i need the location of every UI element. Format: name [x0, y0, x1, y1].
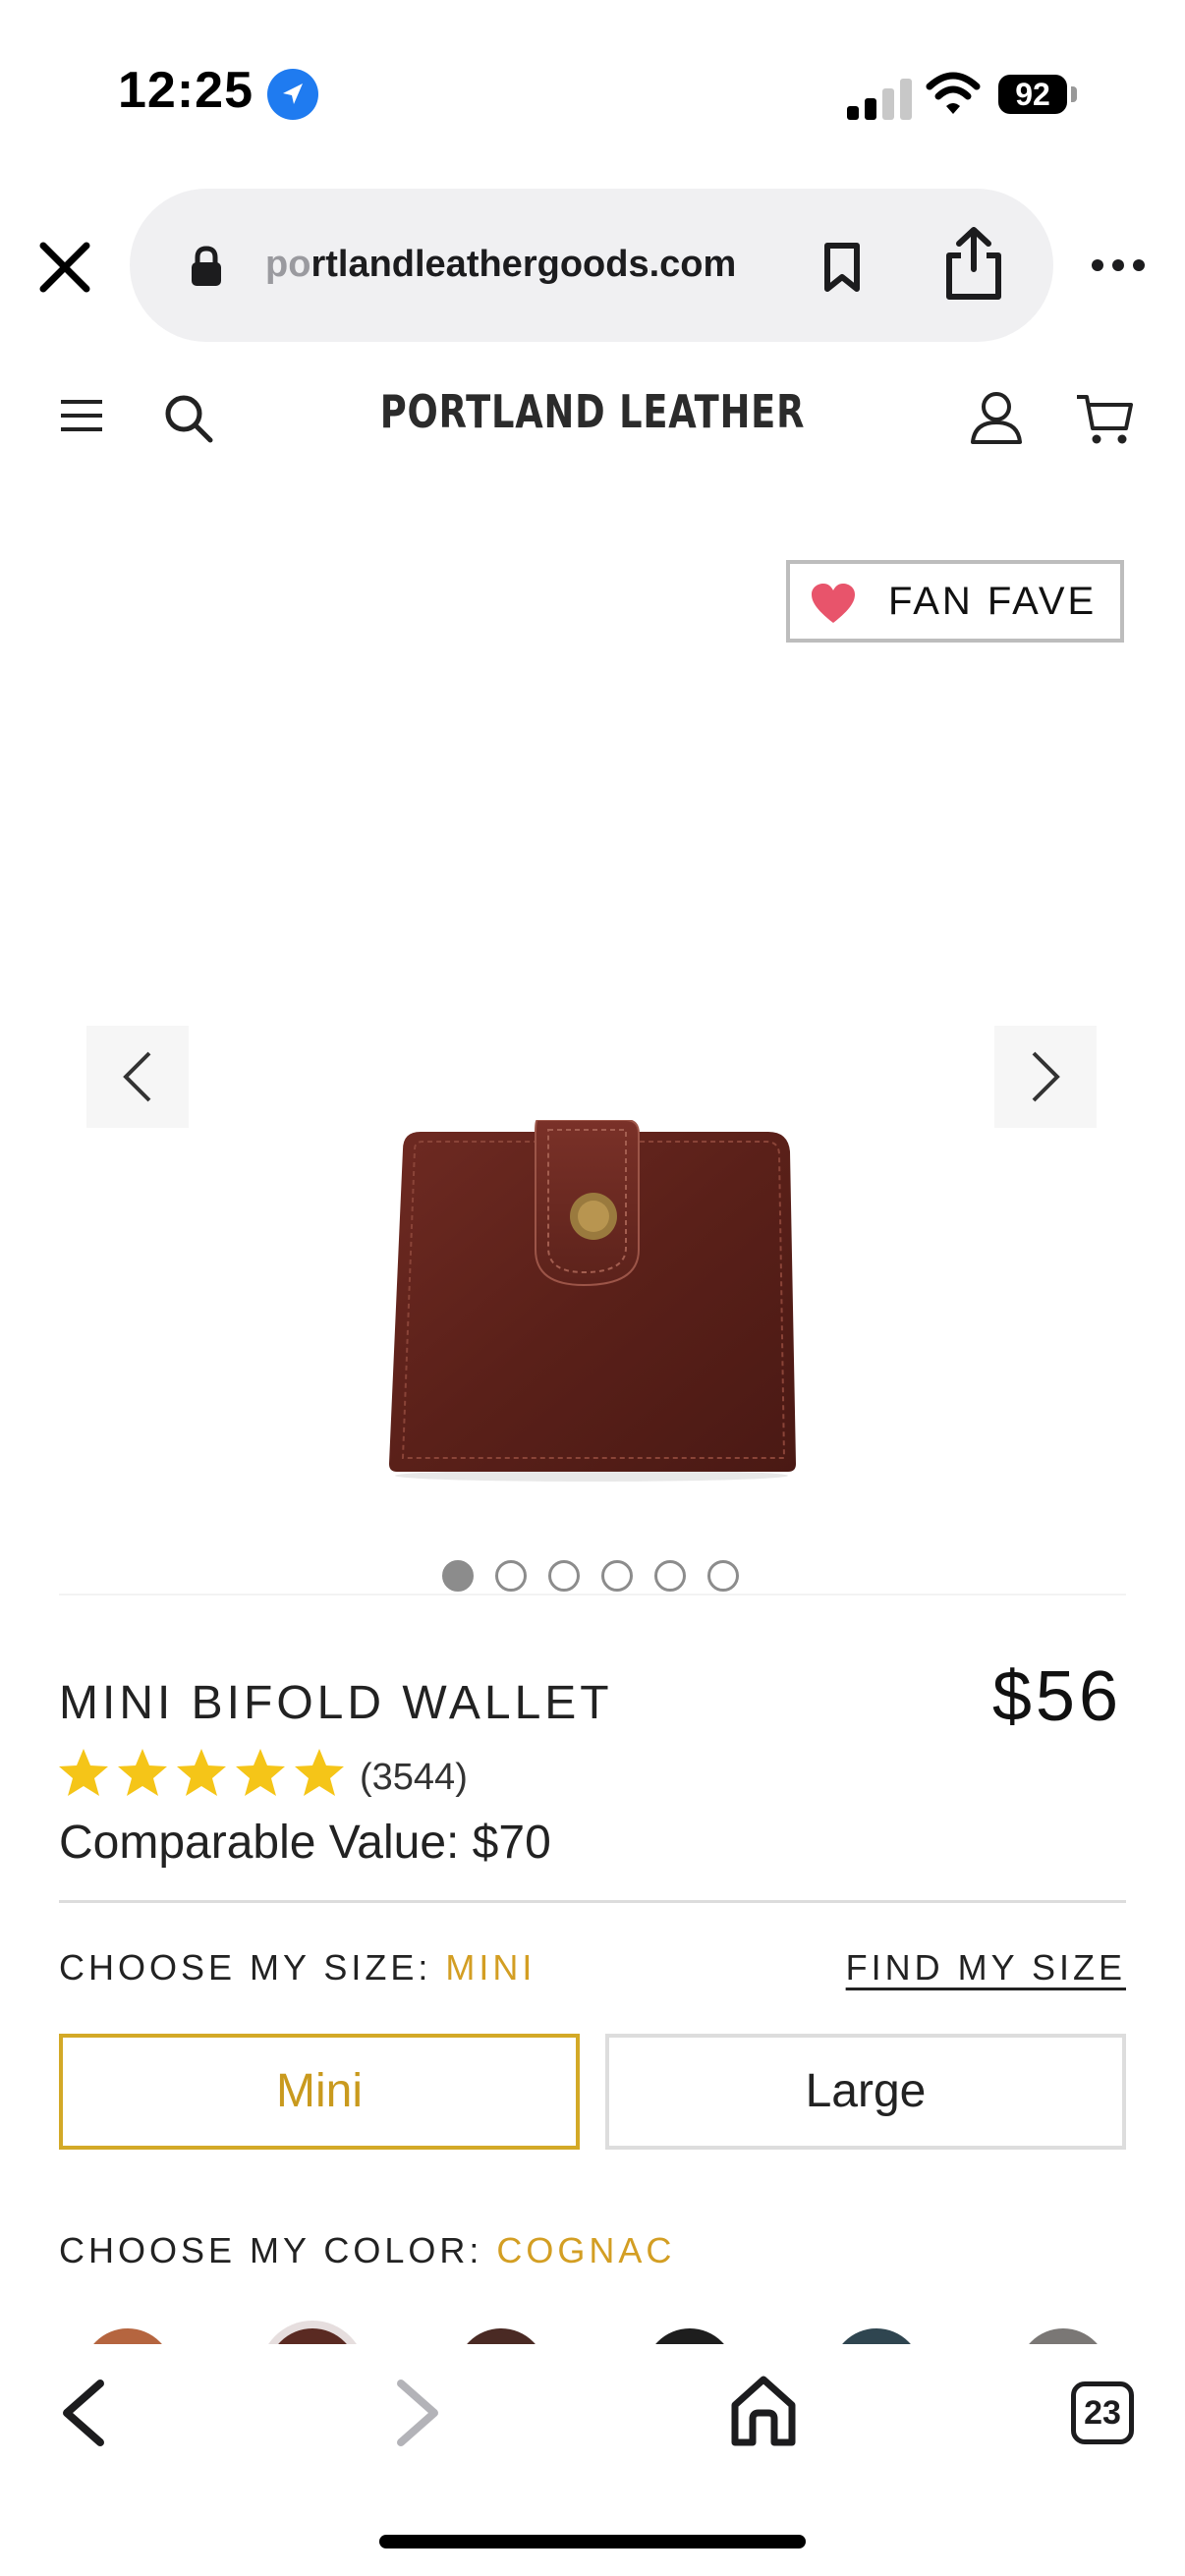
- close-icon[interactable]: [35, 238, 94, 297]
- image-divider: [59, 1594, 1126, 1596]
- battery-tip: [1071, 86, 1077, 102]
- pagination-dot[interactable]: [442, 1560, 474, 1592]
- product-image[interactable]: [375, 1119, 808, 1484]
- wifi-icon: [926, 71, 981, 118]
- star-icon: [236, 1749, 285, 1796]
- bookmark-icon[interactable]: [821, 242, 863, 293]
- lock-icon: [189, 246, 224, 287]
- url-faded-prefix: po: [265, 244, 311, 285]
- pagination-dot[interactable]: [601, 1560, 633, 1592]
- chevron-left-icon: [123, 1051, 151, 1102]
- home-icon[interactable]: [729, 2374, 798, 2448]
- size-option-mini[interactable]: Mini: [59, 2034, 580, 2150]
- comparable-value: Comparable Value: $70: [59, 1817, 551, 1869]
- pagination-dot[interactable]: [495, 1560, 527, 1592]
- hamburger-menu-icon[interactable]: [59, 398, 104, 433]
- color-swatch-selected[interactable]: [267, 2328, 358, 2344]
- review-count[interactable]: (3544): [360, 1757, 468, 1799]
- find-my-size-link[interactable]: FIND MY SIZE: [846, 1947, 1126, 1988]
- pagination-dot[interactable]: [707, 1560, 739, 1592]
- cellular-signal-icon: [847, 77, 912, 120]
- status-time: 12:25: [118, 62, 254, 119]
- image-pagination: [442, 1560, 747, 1596]
- color-swatch[interactable]: [645, 2328, 735, 2344]
- star-icon: [59, 1749, 108, 1796]
- next-image-button[interactable]: [994, 1026, 1097, 1128]
- cart-icon[interactable]: [1075, 391, 1134, 446]
- size-label-text: CHOOSE MY SIZE:: [59, 1947, 432, 1988]
- pagination-dot[interactable]: [548, 1560, 580, 1592]
- size-label: CHOOSE MY SIZE: MINI: [59, 1947, 536, 1988]
- color-label-text: CHOOSE MY COLOR:: [59, 2230, 483, 2270]
- heart-icon: [810, 582, 857, 625]
- rating-stars[interactable]: [57, 1747, 352, 1802]
- site-logo[interactable]: PORTLAND LEATHER: [119, 385, 1067, 438]
- color-label: CHOOSE MY COLOR: COGNAC: [59, 2230, 675, 2271]
- url-text[interactable]: portlandleathergoods.com: [265, 244, 736, 286]
- product-price: $56: [991, 1657, 1122, 1736]
- battery-icon: 92: [998, 75, 1067, 114]
- color-swatch[interactable]: [1018, 2328, 1108, 2344]
- share-icon[interactable]: [939, 224, 1008, 303]
- url-domain: rtlandleathergoods.com: [310, 244, 737, 285]
- product-title: MINI BIFOLD WALLET: [59, 1677, 613, 1729]
- color-swatch[interactable]: [83, 2328, 173, 2344]
- size-option-large[interactable]: Large: [605, 2034, 1126, 2150]
- tabs-button[interactable]: 23: [1071, 2381, 1134, 2444]
- previous-image-button[interactable]: [86, 1026, 189, 1128]
- chevron-right-icon: [1032, 1051, 1060, 1102]
- selected-color: COGNAC: [496, 2230, 676, 2270]
- account-icon[interactable]: [969, 389, 1024, 446]
- back-arrow-icon[interactable]: [57, 2378, 108, 2448]
- star-icon: [118, 1749, 167, 1796]
- fan-fave-label: FAN FAVE: [888, 580, 1098, 623]
- star-icon: [295, 1749, 344, 1796]
- fan-fave-badge: FAN FAVE: [786, 560, 1124, 643]
- color-swatch[interactable]: [456, 2328, 546, 2344]
- home-indicator: [379, 2535, 806, 2548]
- color-swatches: [0, 2305, 1185, 2344]
- pagination-dot[interactable]: [654, 1560, 686, 1592]
- forward-arrow-icon[interactable]: [393, 2378, 444, 2448]
- more-options-icon[interactable]: [1091, 257, 1146, 273]
- star-icon: [177, 1749, 226, 1796]
- selected-size: MINI: [445, 1947, 536, 1988]
- location-arrow-icon: [267, 69, 318, 120]
- color-swatch[interactable]: [831, 2328, 922, 2344]
- section-divider: [59, 1900, 1126, 1903]
